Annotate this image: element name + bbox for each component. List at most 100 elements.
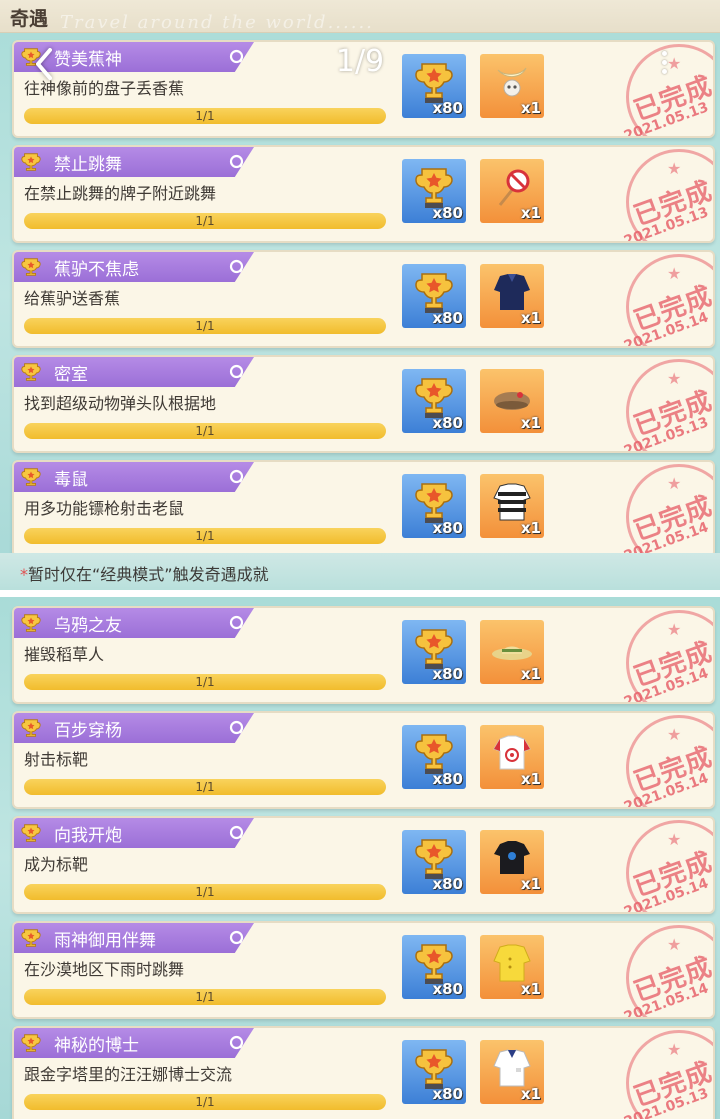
striped-prisoner-shirt-icon [493,483,531,521]
search-icon[interactable] [228,48,248,68]
trophy-quantity: x80 [432,875,463,893]
card-name: 密室 [54,365,88,385]
card-title-tab: 禁止跳舞 [14,147,254,177]
trophy-icon [21,363,41,381]
no-dance-sign-icon [498,169,530,206]
item-quantity: x1 [520,770,541,788]
trophy-icon [21,824,41,842]
image-counter: 1/9 [335,44,385,79]
search-icon[interactable] [228,153,248,173]
progress-bar: 1/1 [24,989,386,1005]
progress-bar: 1/1 [24,528,386,544]
search-icon[interactable] [228,468,248,488]
reward-item[interactable]: x1 [480,264,544,328]
trophy-icon [415,839,453,879]
item-quantity: x1 [520,309,541,327]
reward-trophy[interactable]: x80 [402,54,466,118]
reward-trophy[interactable]: x80 [402,159,466,223]
card-description: 在禁止跳舞的牌子附近跳舞 [24,184,217,203]
reward-trophy[interactable]: x80 [402,620,466,684]
progress-bar: 1/1 [24,674,386,690]
trophy-icon [21,614,41,632]
card-description: 找到超级动物弹头队根据地 [24,394,217,413]
achievement-panel-bottom: 乌鸦之友 摧毁稻草人 1/1 x80 x1 ★ 已完成 2021.05.14 百… [0,597,720,1119]
reward-trophy[interactable]: x80 [402,474,466,538]
reward-item[interactable]: x1 [480,1040,544,1104]
card-title-tab: 向我开炮 [14,818,254,848]
card-title-tab: 蕉驴不焦虑 [14,252,254,282]
trophy-quantity: x80 [432,770,463,788]
trophy-quantity: x80 [432,204,463,222]
progress-bar: 1/1 [24,423,386,439]
card-description: 成为标靶 [24,855,89,874]
reward-trophy[interactable]: x80 [402,725,466,789]
trophy-quantity: x80 [432,99,463,117]
achievement-card: 密室 找到超级动物弹头队根据地 1/1 x80 x1 ★ 已完成 2021.05… [12,355,715,453]
completed-stamp: ★ 已完成 2021.05.13 [612,1030,713,1119]
progress-text: 1/1 [195,885,215,899]
beret-icon [494,392,530,410]
progress-bar: 1/1 [24,779,386,795]
achievement-card: 百步穿杨 射击标靶 1/1 x80 x1 ★ 已完成 2021.05.14 [12,711,715,809]
trophy-icon [21,153,41,171]
card-name: 禁止跳舞 [54,155,122,175]
card-description: 射击标靶 [24,750,89,769]
star-icon: ★ [667,830,682,849]
card-name: 赞美蕉神 [54,50,122,70]
trophy-quantity: x80 [432,980,463,998]
search-icon[interactable] [228,929,248,949]
reward-item[interactable]: x1 [480,725,544,789]
trophy-icon [21,719,41,737]
search-icon[interactable] [228,1034,248,1054]
progress-bar: 1/1 [24,318,386,334]
reward-item[interactable]: x1 [480,54,544,118]
search-icon[interactable] [228,614,248,634]
star-icon: ★ [667,159,682,178]
item-quantity: x1 [520,414,541,432]
page-title: 奇遇 [10,8,49,30]
reward-item[interactable]: x1 [480,935,544,999]
reward-item[interactable]: x1 [480,830,544,894]
more-options-icon[interactable] [654,48,674,82]
card-name: 神秘的博士 [54,1036,139,1056]
achievement-card: 向我开炮 成为标靶 1/1 x80 x1 ★ 已完成 2021.05.14 [12,816,715,914]
navy-jacket-icon [494,274,530,310]
lab-coat-icon [493,1049,531,1087]
star-icon: ★ [667,935,682,954]
card-name: 乌鸦之友 [54,616,122,636]
star-icon: ★ [667,264,682,283]
card-title-tab: 毒鼠 [14,462,254,492]
progress-text: 1/1 [195,675,215,689]
achievement-panel-top: 奇遇 Travel around the world...... 赞美蕉神 往神… [0,0,720,590]
reward-trophy[interactable]: x80 [402,264,466,328]
completed-stamp: ★ 已完成 2021.05.14 [612,715,713,807]
reward-item[interactable]: x1 [480,620,544,684]
search-icon[interactable] [228,824,248,844]
search-icon[interactable] [228,719,248,739]
achievement-card: 乌鸦之友 摧毁稻草人 1/1 x80 x1 ★ 已完成 2021.05.14 [12,606,715,704]
card-title-tab: 百步穿杨 [14,713,254,743]
star-icon: ★ [667,474,682,493]
progress-bar: 1/1 [24,108,386,124]
reward-trophy[interactable]: x80 [402,1040,466,1104]
footnote-text: *暂时仅在“经典模式”触发奇遇成就 [20,561,269,585]
search-icon[interactable] [228,258,248,278]
trophy-icon [415,1049,453,1089]
reward-item[interactable]: x1 [480,369,544,433]
reward-item[interactable]: x1 [480,474,544,538]
progress-text: 1/1 [195,424,215,438]
trophy-icon [21,1034,41,1052]
reward-trophy[interactable]: x80 [402,369,466,433]
trophy-icon [21,468,41,486]
back-arrow-icon[interactable] [30,44,58,84]
straw-hat-icon [492,646,532,660]
item-quantity: x1 [520,1085,541,1103]
reward-trophy[interactable]: x80 [402,830,466,894]
progress-bar: 1/1 [24,884,386,900]
search-icon[interactable] [228,363,248,383]
completed-stamp: ★ 已完成 2021.05.14 [612,925,713,1017]
reward-item[interactable]: x1 [480,159,544,223]
trophy-quantity: x80 [432,519,463,537]
black-tshirt-icon [494,841,530,874]
reward-trophy[interactable]: x80 [402,935,466,999]
